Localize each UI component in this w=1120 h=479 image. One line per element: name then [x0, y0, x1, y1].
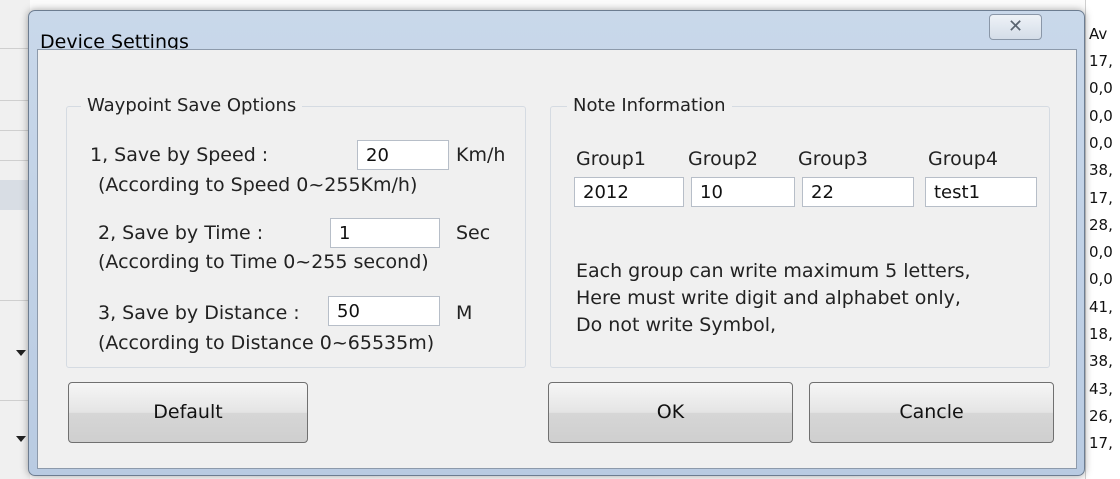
group2-input[interactable]: [691, 177, 795, 207]
dropdown-arrow-icon[interactable]: [16, 436, 26, 442]
close-icon: ✕: [1007, 16, 1024, 37]
background-cell: 0,0: [1089, 243, 1113, 262]
distance-input[interactable]: [328, 296, 440, 326]
cancel-button[interactable]: Cancle: [809, 382, 1054, 443]
speed-hint: (According to Speed 0~255Km/h): [98, 174, 418, 196]
background-cell: 43,: [1089, 379, 1113, 398]
background-left-column: [0, 0, 30, 479]
group1-label: Group1: [576, 148, 646, 170]
distance-hint: (According to Distance 0~65535m): [98, 332, 435, 354]
note-info-line: Here must write digit and alphabet only,: [576, 287, 961, 309]
group4-input[interactable]: [925, 177, 1037, 207]
distance-label: 3, Save by Distance :: [98, 302, 300, 324]
background-cell: 41,: [1089, 297, 1113, 316]
background-cell: 28,: [1089, 215, 1113, 234]
background-cell: Av: [1089, 25, 1108, 43]
default-button[interactable]: Default: [68, 382, 308, 443]
group1-input[interactable]: [574, 177, 684, 207]
speed-input[interactable]: [357, 140, 449, 170]
background-cell: 17,: [1089, 52, 1113, 70]
background-cell: 38,: [1089, 352, 1113, 371]
time-label: 2, Save by Time :: [98, 222, 264, 244]
background-cell: 0,0: [1089, 106, 1113, 125]
note-info-line: Do not write Symbol,: [576, 314, 777, 336]
time-unit: Sec: [456, 222, 491, 244]
background-cell: 18,: [1089, 325, 1113, 343]
group2-label: Group2: [688, 148, 758, 170]
speed-label: 1, Save by Speed :: [90, 144, 269, 166]
background-cell: 17,: [1089, 188, 1113, 207]
background-cell: 38,: [1089, 161, 1113, 180]
background-cell: 0,0: [1089, 79, 1113, 98]
group4-label: Group4: [928, 148, 998, 170]
distance-unit: M: [456, 302, 473, 324]
background-cell: 26,: [1089, 406, 1113, 425]
note-info-line: Each group can write maximum 5 letters,: [576, 260, 971, 282]
background-cell: 0,0: [1089, 133, 1113, 152]
speed-unit: Km/h: [456, 144, 506, 166]
time-input[interactable]: [330, 218, 440, 248]
background-cell: 17,: [1089, 434, 1113, 453]
device-settings-dialog: Device Settings ✕ Waypoint Save Options …: [28, 10, 1085, 476]
background-right-column: Av 17, 0,0 0,0 0,0 38, 17, 28, 0,0 0,0 41, 18, 38, 43…: [1085, 0, 1120, 479]
dropdown-arrow-icon[interactable]: [16, 350, 26, 356]
group3-label: Group3: [798, 148, 868, 170]
background-selected-row: [0, 180, 30, 210]
waypoint-group-legend: Waypoint Save Options: [81, 95, 303, 116]
dialog-client-area: Waypoint Save Options 1, Save by Speed :…: [37, 49, 1077, 469]
group3-input[interactable]: [802, 177, 914, 207]
background-cell: 0,0: [1089, 270, 1113, 289]
note-group-legend: Note Information: [567, 95, 732, 116]
close-button[interactable]: ✕: [989, 14, 1042, 40]
time-hint: (According to Time 0~255 second): [98, 251, 429, 273]
ok-button[interactable]: OK: [548, 382, 793, 443]
